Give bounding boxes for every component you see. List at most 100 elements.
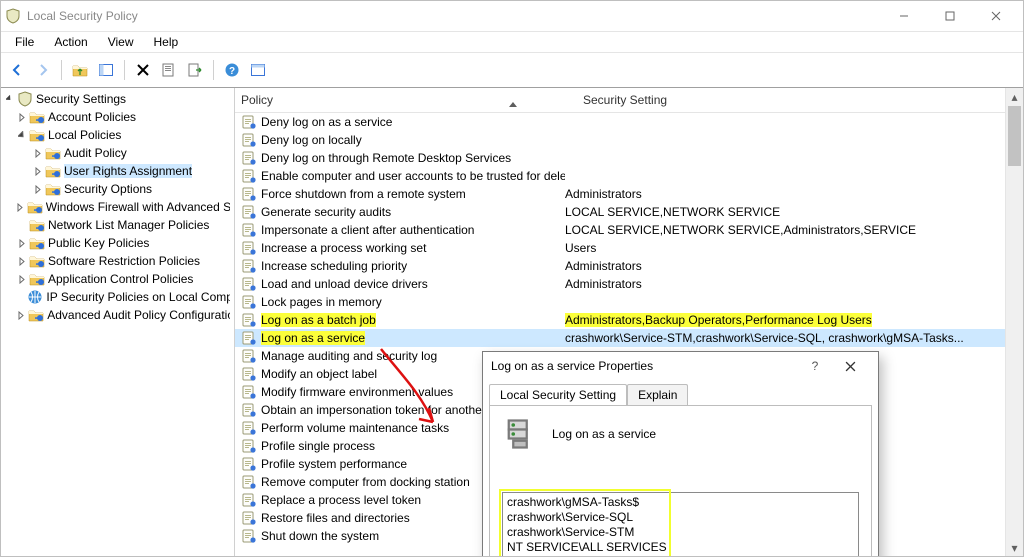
- toolbar-separator: [61, 60, 62, 80]
- scroll-up-icon[interactable]: ▴: [1006, 88, 1023, 105]
- folder-icon: [29, 271, 45, 287]
- principal-item[interactable]: crashwork\gMSA-Tasks$: [507, 495, 854, 510]
- up-button[interactable]: [68, 58, 92, 82]
- principal-item[interactable]: crashwork\Service-SQL: [507, 510, 854, 525]
- policy-name: Deny log on through Remote Desktop Servi…: [261, 151, 565, 165]
- menu-view[interactable]: View: [100, 33, 142, 51]
- policy-name: Log on as a batch job: [261, 313, 565, 327]
- minimize-button[interactable]: [881, 1, 927, 31]
- expander-icon[interactable]: [15, 290, 27, 304]
- tree-item[interactable]: IP Security Policies on Local Computer: [1, 288, 234, 306]
- tree-item[interactable]: Public Key Policies: [1, 234, 234, 252]
- tree-item[interactable]: Application Control Policies: [1, 270, 234, 288]
- tree-item[interactable]: Security Options: [1, 180, 234, 198]
- show-hide-tree-button[interactable]: [94, 58, 118, 82]
- expander-icon[interactable]: [15, 254, 29, 268]
- policy-row[interactable]: Force shutdown from a remote systemAdmin…: [235, 185, 1023, 203]
- policy-row[interactable]: Load and unload device driversAdministra…: [235, 275, 1023, 293]
- policy-setting: Administrators: [565, 187, 1023, 201]
- maximize-button[interactable]: [927, 1, 973, 31]
- policy-setting: Administrators: [565, 277, 1023, 291]
- tree-item[interactable]: Account Policies: [1, 108, 234, 126]
- policy-icon: [241, 294, 257, 310]
- policy-row[interactable]: Generate security auditsLOCAL SERVICE,NE…: [235, 203, 1023, 221]
- delete-button[interactable]: [131, 58, 155, 82]
- expander-icon[interactable]: [31, 146, 45, 160]
- tree-label: Security Settings: [36, 92, 126, 106]
- policy-row[interactable]: Deny log on through Remote Desktop Servi…: [235, 149, 1023, 167]
- expander-icon[interactable]: [15, 110, 29, 124]
- expander-icon[interactable]: [15, 218, 29, 232]
- tree-label: User Rights Assignment: [64, 164, 192, 178]
- tree-item[interactable]: Local Policies: [1, 126, 234, 144]
- policy-icon: [241, 420, 257, 436]
- back-button[interactable]: [5, 58, 29, 82]
- expander-icon[interactable]: [15, 200, 27, 214]
- policy-row[interactable]: Deny log on locally: [235, 131, 1023, 149]
- scroll-down-icon[interactable]: ▾: [1006, 539, 1023, 556]
- policy-row[interactable]: Enable computer and user accounts to be …: [235, 167, 1023, 185]
- window-title: Local Security Policy: [27, 9, 138, 23]
- expander-icon[interactable]: [15, 272, 29, 286]
- scroll-thumb[interactable]: [1008, 106, 1021, 166]
- tree-root[interactable]: Security Settings: [1, 90, 234, 108]
- close-button[interactable]: [973, 1, 1019, 31]
- expander-icon[interactable]: [31, 164, 45, 178]
- properties-button[interactable]: [157, 58, 181, 82]
- menu-help[interactable]: Help: [146, 33, 187, 51]
- policy-icon: [241, 528, 257, 544]
- tree-item[interactable]: User Rights Assignment: [1, 162, 234, 180]
- titlebar: Local Security Policy: [1, 1, 1023, 32]
- policy-row[interactable]: Log on as a batch jobAdministrators,Back…: [235, 311, 1023, 329]
- tree-item[interactable]: Network List Manager Policies: [1, 216, 234, 234]
- tree-item[interactable]: Software Restriction Policies: [1, 252, 234, 270]
- expander-icon[interactable]: [3, 92, 17, 106]
- tree-item[interactable]: Windows Firewall with Advanced Security: [1, 198, 234, 216]
- col-policy[interactable]: Policy: [235, 93, 577, 107]
- vertical-scrollbar[interactable]: ▴ ▾: [1005, 88, 1023, 556]
- policy-icon: [241, 114, 257, 130]
- folder-icon: [45, 163, 61, 179]
- policy-icon: [241, 312, 257, 328]
- policy-icon: [241, 186, 257, 202]
- policy-icon: [241, 330, 257, 346]
- policy-row[interactable]: Increase scheduling priorityAdministrato…: [235, 257, 1023, 275]
- tree-label: Local Policies: [48, 128, 121, 142]
- forward-button[interactable]: [31, 58, 55, 82]
- tree-label: Security Options: [64, 182, 152, 196]
- dialog-title: Log on as a service Properties: [491, 359, 653, 373]
- tab-local-security-setting[interactable]: Local Security Setting: [489, 384, 627, 405]
- principal-item[interactable]: NT SERVICE\ALL SERVICES: [507, 540, 854, 555]
- menu-file[interactable]: File: [7, 33, 42, 51]
- tree-label: Audit Policy: [64, 146, 127, 160]
- tree-item[interactable]: Audit Policy: [1, 144, 234, 162]
- policy-row[interactable]: Log on as a servicecrashwork\Service-STM…: [235, 329, 1023, 347]
- tree-item[interactable]: Advanced Audit Policy Configuration: [1, 306, 234, 324]
- folder-icon: [45, 145, 61, 161]
- policy-name: Lock pages in memory: [261, 295, 565, 309]
- expander-icon[interactable]: [15, 128, 29, 142]
- principal-item[interactable]: crashwork\Service-STM: [507, 525, 854, 540]
- policy-icon: [241, 402, 257, 418]
- expander-icon[interactable]: [15, 236, 29, 250]
- help-button[interactable]: ?: [220, 58, 244, 82]
- folder-icon: [45, 181, 61, 197]
- policy-name: Load and unload device drivers: [261, 277, 565, 291]
- nav-tree[interactable]: Security Settings Account Policies Local …: [1, 88, 235, 556]
- policy-row[interactable]: Deny log on as a service: [235, 113, 1023, 131]
- refresh-button[interactable]: [246, 58, 270, 82]
- tab-explain[interactable]: Explain: [627, 384, 688, 405]
- export-button[interactable]: [183, 58, 207, 82]
- dialog-help-button[interactable]: ?: [800, 359, 830, 373]
- app-icon: [5, 8, 21, 24]
- expander-icon[interactable]: [15, 308, 28, 322]
- policy-row[interactable]: Lock pages in memory: [235, 293, 1023, 311]
- col-setting[interactable]: Security Setting: [577, 93, 1023, 107]
- dialog-close-button[interactable]: [830, 361, 870, 372]
- policy-row[interactable]: Increase a process working setUsers: [235, 239, 1023, 257]
- policy-row[interactable]: Impersonate a client after authenticatio…: [235, 221, 1023, 239]
- menu-action[interactable]: Action: [46, 33, 95, 51]
- principals-listbox[interactable]: crashwork\gMSA-Tasks$crashwork\Service-S…: [502, 492, 859, 557]
- toolbar-separator: [213, 60, 214, 80]
- expander-icon[interactable]: [31, 182, 45, 196]
